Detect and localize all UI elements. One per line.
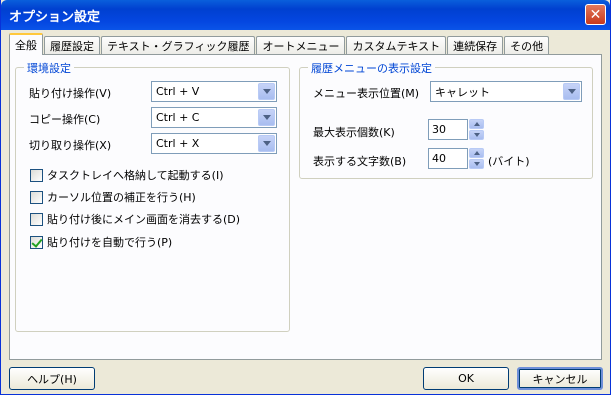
cut-operation-label: 切り取り操作(X) — [29, 139, 112, 152]
chevron-down-icon[interactable] — [258, 109, 275, 126]
cancel-button[interactable]: キャンセル — [517, 367, 603, 390]
close-button[interactable]: ✕ — [585, 4, 606, 25]
checkbox-checked-icon[interactable] — [30, 235, 43, 249]
checkbox-clear-after-paste-label: 貼り付け後にメイン画面を消去する(D) — [47, 213, 241, 226]
chevron-down-icon[interactable] — [258, 83, 275, 100]
tab-other[interactable]: その他 — [504, 36, 550, 55]
help-button[interactable]: ヘルプ(H) — [9, 367, 95, 390]
char-count-spinner[interactable] — [469, 148, 484, 169]
spin-up-icon[interactable] — [469, 119, 484, 129]
environment-group: 環境設定 貼り付け操作(V) Ctrl + V コピー操作(C) Ctrl + … — [15, 60, 290, 332]
char-count-value: 40 — [432, 152, 446, 165]
cut-operation-value: Ctrl + X — [156, 137, 200, 150]
title-bar: オプション設定 ✕ — [1, 0, 610, 30]
max-count-value: 30 — [432, 123, 446, 136]
checkbox-start-in-tray-label: タスクトレイへ格納して起動する(I) — [47, 169, 224, 182]
spin-down-icon[interactable] — [469, 159, 484, 169]
checkbox-auto-paste[interactable]: 貼り付けを自動で行う(P) — [30, 234, 172, 250]
paste-operation-label: 貼り付け操作(V) — [29, 87, 112, 100]
char-count-input[interactable]: 40 — [428, 148, 468, 169]
paste-operation-select[interactable]: Ctrl + V — [151, 81, 277, 102]
copy-operation-label: コピー操作(C) — [29, 113, 101, 126]
max-count-label: 最大表示個数(K) — [313, 126, 395, 139]
char-count-label: 表示する文字数(B) — [313, 155, 407, 168]
menu-position-select[interactable]: キャレット — [430, 81, 582, 102]
ok-button[interactable]: OK — [423, 367, 509, 390]
history-menu-group: 履歴メニューの表示設定 メニュー表示位置(M) キャレット 最大表示個数(K) … — [299, 60, 593, 179]
checkbox-start-in-tray[interactable]: タスクトレイへ格納して起動する(I) — [30, 167, 224, 183]
tab-history-settings[interactable]: 履歴設定 — [44, 36, 100, 55]
spin-up-icon[interactable] — [469, 148, 484, 158]
checkbox-icon[interactable] — [30, 168, 43, 182]
tab-continuous-save[interactable]: 連続保存 — [447, 36, 504, 55]
checkbox-auto-paste-label: 貼り付けを自動で行う(P) — [47, 236, 173, 249]
chevron-down-icon[interactable] — [258, 135, 275, 152]
window-title: オプション設定 — [9, 9, 101, 25]
options-dialog: オプション設定 ✕ 全般 履歴設定 テキスト・グラフィック履歴 オートメニュー … — [0, 0, 611, 395]
cut-operation-select[interactable]: Ctrl + X — [151, 133, 277, 154]
history-menu-group-title: 履歴メニューの表示設定 — [308, 60, 435, 76]
tab-general[interactable]: 全般 — [9, 33, 43, 55]
paste-operation-value: Ctrl + V — [156, 85, 200, 98]
chevron-down-icon[interactable] — [563, 83, 580, 100]
copy-operation-select[interactable]: Ctrl + C — [151, 107, 277, 128]
tab-panel-general: 環境設定 貼り付け操作(V) Ctrl + V コピー操作(C) Ctrl + … — [9, 54, 602, 360]
checkbox-clear-after-paste[interactable]: 貼り付け後にメイン画面を消去する(D) — [30, 211, 240, 227]
checkbox-icon[interactable] — [30, 190, 43, 204]
tab-auto-menu[interactable]: オートメニュー — [256, 36, 346, 55]
char-count-unit: (バイト) — [488, 155, 530, 168]
max-count-input[interactable]: 30 — [428, 119, 468, 140]
checkbox-icon[interactable] — [30, 212, 43, 226]
checkbox-cursor-correction[interactable]: カーソル位置の補正を行う(H) — [30, 189, 196, 205]
close-icon: ✕ — [589, 6, 602, 23]
max-count-spinner[interactable] — [469, 119, 484, 140]
spin-down-icon[interactable] — [469, 130, 484, 140]
environment-group-title: 環境設定 — [24, 60, 74, 76]
menu-position-value: キャレット — [435, 85, 490, 99]
copy-operation-value: Ctrl + C — [156, 111, 200, 124]
checkbox-cursor-correction-label: カーソル位置の補正を行う(H) — [47, 191, 196, 204]
menu-position-label: メニュー表示位置(M) — [313, 87, 420, 100]
tab-custom-text[interactable]: カスタムテキスト — [346, 36, 447, 55]
tab-text-graphic-history[interactable]: テキスト・グラフィック履歴 — [101, 36, 256, 55]
tab-strip: 全般 履歴設定 テキスト・グラフィック履歴 オートメニュー カスタムテキスト 連… — [9, 33, 550, 55]
